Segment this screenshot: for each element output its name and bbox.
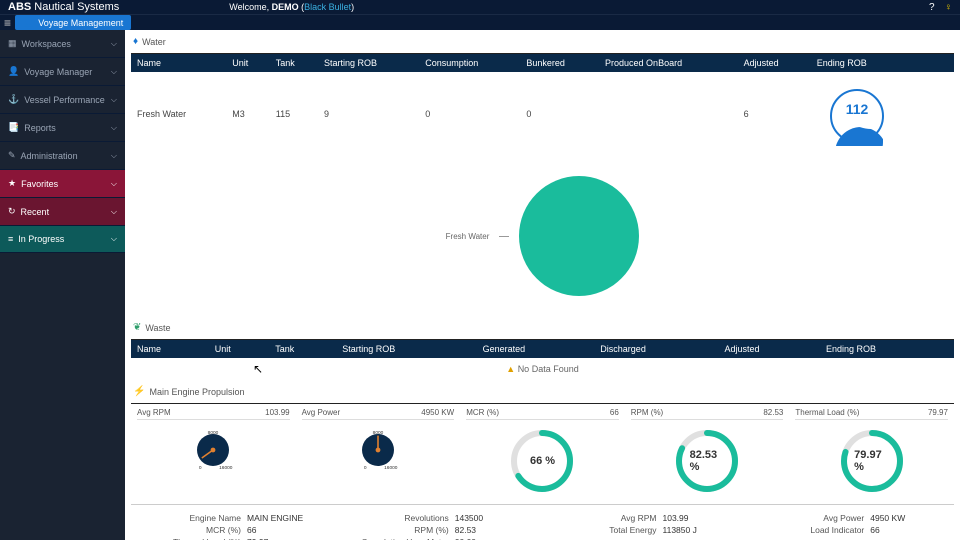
chevron-down-icon: ⌵ — [111, 95, 117, 105]
svg-text:16000: 16000 — [219, 465, 233, 471]
section-propulsion: ⚡ Main Engine Propulsion — [131, 380, 954, 404]
vessel-link[interactable]: Black Bullet — [304, 2, 351, 12]
chevron-down-icon: ⌵ — [111, 207, 117, 217]
sidebar-item-reports[interactable]: 📑Reports⌵ — [0, 114, 125, 142]
sidebar: ▦Workspaces⌵👤Voyage Manager⌵⚓Vessel Perf… — [0, 30, 125, 540]
bulb-icon[interactable]: ♀ — [945, 2, 953, 13]
sidebar-item-recent[interactable]: ↻Recent⌵ — [0, 198, 125, 226]
table-row: Fresh Water M3 115 9 0 0 6 112 — [131, 72, 954, 156]
sidebar-item-voyage-manager[interactable]: 👤Voyage Manager⌵ — [0, 58, 125, 86]
nav-icon: 👤 — [8, 66, 19, 77]
nav-icon: ≡ — [8, 234, 13, 244]
brand: ABS Nautical Systems — [8, 1, 119, 13]
menu-icon[interactable]: ≡ — [4, 16, 11, 30]
help-icon[interactable]: ? — [929, 2, 935, 13]
chevron-down-icon: ⌵ — [111, 234, 117, 244]
svg-text:16000: 16000 — [384, 465, 398, 471]
svg-text:8000: 8000 — [208, 430, 219, 436]
nav-icon: 📑 — [8, 122, 19, 133]
sidebar-item-administration[interactable]: ✎Administration⌵ — [0, 142, 125, 170]
mcr-donut: 66 % — [507, 426, 577, 496]
svg-text:8000: 8000 — [373, 430, 384, 436]
water-table: NameUnitTankStarting ROBConsumptionBunke… — [131, 54, 954, 156]
detail-item: Load Indicator66 — [760, 525, 948, 535]
water-pie-chart: Fresh Water — [131, 156, 954, 316]
nav-icon: ▦ — [8, 38, 17, 49]
voyage-management-button[interactable]: 👤 Voyage Management — [15, 15, 131, 30]
ending-rob-gauge: 112 — [827, 86, 887, 146]
top-bar: ABS Nautical Systems Welcome, DEMO (Blac… — [0, 0, 960, 14]
sidebar-item-favorites[interactable]: ★Favorites⌵ — [0, 170, 125, 198]
svg-text:112: 112 — [845, 101, 868, 117]
waste-table: NameUnitTankStarting ROBGeneratedDischar… — [131, 340, 954, 358]
detail-item: Total Energy113850 J — [553, 525, 741, 535]
nav-icon: ✎ — [8, 150, 16, 161]
svg-text:0: 0 — [364, 465, 367, 471]
leaf-icon: ❦ — [133, 322, 141, 333]
no-data-message: ▲ No Data Found — [131, 358, 954, 380]
chevron-down-icon: ⌵ — [111, 151, 117, 161]
nav-icon: ⚓ — [8, 94, 19, 105]
detail-item: Avg RPM103.99 — [553, 513, 741, 523]
detail-item: Engine NameMAIN ENGINE — [137, 513, 325, 523]
rpmpct-donut: 82.53 % — [672, 426, 742, 496]
svg-text:0: 0 — [199, 465, 202, 471]
chevron-down-icon: ⌵ — [111, 39, 117, 49]
thermal-donut: 79.97 % — [837, 426, 907, 496]
sidebar-item-workspaces[interactable]: ▦Workspaces⌵ — [0, 30, 125, 58]
user-icon: 👤 — [23, 17, 34, 28]
water-icon: ♦ — [133, 36, 138, 47]
nav-icon: ★ — [8, 178, 16, 189]
power-gauge: 0 8000 16000 — [354, 426, 402, 474]
sidebar-item-vessel-performance[interactable]: ⚓Vessel Performance⌵ — [0, 86, 125, 114]
welcome-text: Welcome, DEMO (Black Bullet) — [229, 2, 354, 12]
nav-icon: ↻ — [8, 206, 16, 217]
chevron-down-icon: ⌵ — [111, 123, 117, 133]
warning-icon: ▲ — [506, 364, 515, 374]
bolt-icon: ⚡ — [133, 386, 145, 397]
chevron-down-icon: ⌵ — [111, 67, 117, 77]
sub-bar: ≡ 👤 Voyage Management — [0, 14, 960, 30]
detail-item: MCR (%)66 — [137, 525, 325, 535]
rpm-gauge: 0 8000 16000 — [189, 426, 237, 474]
section-water: ♦ Water — [131, 30, 954, 54]
detail-item: RPM (%)82.53 — [345, 525, 533, 535]
detail-item: Revolutions143500 — [345, 513, 533, 523]
chevron-down-icon: ⌵ — [111, 179, 117, 189]
detail-item: Avg Power4950 KW — [760, 513, 948, 523]
sidebar-item-in-progress[interactable]: ≡In Progress⌵ — [0, 226, 125, 253]
pie-icon — [519, 176, 639, 296]
main-content: ♦ Water NameUnitTankStarting ROBConsumpt… — [125, 30, 960, 540]
section-waste: ❦ Waste — [131, 316, 954, 340]
